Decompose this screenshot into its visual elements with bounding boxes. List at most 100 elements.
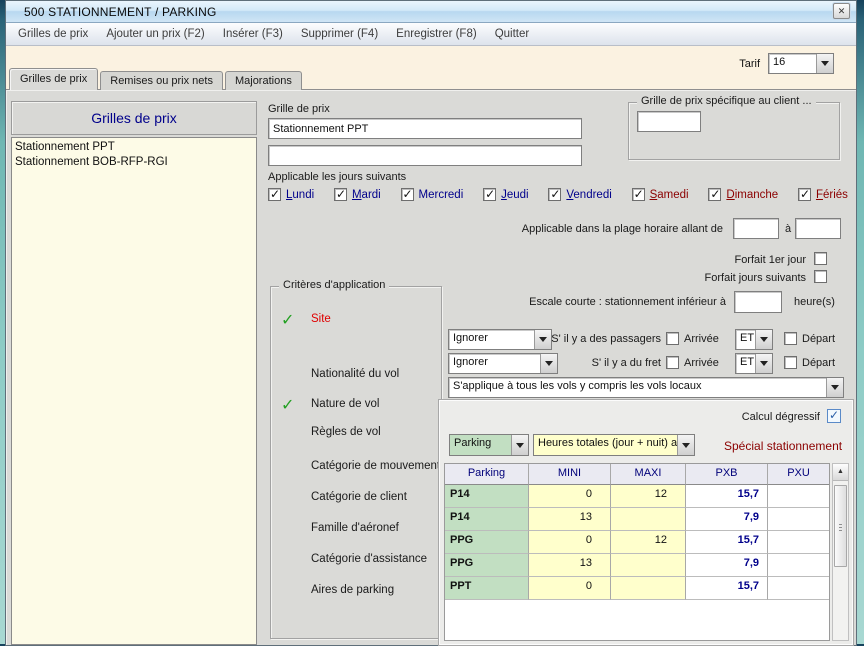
price-table: Parking MINI MAXI PXB PXU P14 0 12 15,7 …: [444, 463, 830, 641]
passagers-depart-label: Départ: [802, 333, 835, 345]
parking-select[interactable]: Parking: [449, 434, 529, 456]
chevron-down-icon[interactable]: [677, 435, 694, 455]
client-specific-group: Grille de prix spécifique au client ...: [628, 102, 840, 160]
chevron-down-icon[interactable]: [755, 330, 772, 349]
menu-supprimer[interactable]: Supprimer (F4): [299, 26, 380, 42]
table-scrollbar[interactable]: ▲: [832, 463, 849, 641]
heures-totales-select[interactable]: Heures totales (jour + nuit) au: [533, 434, 695, 456]
tarif-row: Tarif 16: [739, 53, 834, 74]
chevron-down-icon[interactable]: [511, 435, 528, 455]
vendredi-checkbox[interactable]: [548, 188, 561, 201]
tarif-select[interactable]: 16: [768, 53, 834, 74]
calcul-degressif-checkbox[interactable]: [827, 409, 841, 423]
criteres-application-group: Critères d'application ✓Site ✓Nationalit…: [270, 286, 442, 639]
table-row[interactable]: PPT 0 15,7: [445, 577, 829, 600]
close-icon[interactable]: ✕: [833, 3, 850, 19]
mardi-checkbox[interactable]: [334, 188, 347, 201]
plage-horaire-label: Applicable dans la plage horaire allant …: [461, 223, 723, 235]
day-feries[interactable]: Fériés: [798, 188, 848, 201]
criteria-categorie-de-mouvement[interactable]: ✓Catégorie de mouvement: [271, 460, 441, 478]
tab-grilles-de-prix[interactable]: Grilles de prix: [9, 68, 98, 90]
criteria-famille-aeronef[interactable]: ✓Famille d'aéronef: [271, 522, 441, 540]
criteria-categorie-de-client[interactable]: ✓Catégorie de client: [271, 491, 441, 509]
criteria-nature-de-vol[interactable]: ✓Nature de vol: [271, 398, 441, 416]
lundi-checkbox[interactable]: [268, 188, 281, 201]
day-lundi[interactable]: Lundi: [268, 188, 314, 201]
vols-applicables-select[interactable]: S'applique à tous les vols y compris les…: [448, 377, 844, 398]
samedi-checkbox[interactable]: [632, 188, 645, 201]
day-samedi[interactable]: Samedi: [632, 188, 689, 201]
day-jeudi[interactable]: Jeudi: [483, 188, 529, 201]
day-vendredi[interactable]: Vendredi: [548, 188, 611, 201]
list-item[interactable]: Stationnement PPT: [15, 140, 253, 155]
app-window: 500 STATIONNEMENT / PARKING ✕ Grilles de…: [5, 0, 857, 646]
plage-from-input[interactable]: [733, 218, 779, 239]
col-mini[interactable]: MINI: [529, 464, 611, 485]
menu-ajouter-un-prix[interactable]: Ajouter un prix (F2): [104, 26, 206, 42]
fret-label: S' il y a du fret: [541, 357, 661, 369]
table-row[interactable]: P14 13 7,9: [445, 508, 829, 531]
col-pxu[interactable]: PXU: [768, 464, 829, 485]
menu-quitter[interactable]: Quitter: [493, 26, 532, 42]
passagers-arrivee-checkbox[interactable]: [666, 332, 679, 345]
plage-to-input[interactable]: [795, 218, 841, 239]
forfait-jours-suivants-checkbox[interactable]: [814, 270, 827, 283]
forfait-1er-jour-checkbox[interactable]: [814, 252, 827, 265]
chevron-down-icon[interactable]: [826, 378, 843, 397]
check-icon: ✓: [281, 310, 294, 330]
days-row: Lundi Mardi Mercredi Jeudi Vendredi Same…: [268, 188, 848, 201]
fret-arrivee-checkbox[interactable]: [666, 356, 679, 369]
passagers-op-select[interactable]: ET: [735, 329, 773, 350]
escale-hours-input[interactable]: [734, 291, 782, 313]
day-mercredi[interactable]: Mercredi: [401, 188, 464, 201]
chevron-down-icon[interactable]: [816, 54, 833, 73]
col-parking[interactable]: Parking: [445, 464, 529, 485]
passagers-arrivee-label: Arrivée: [684, 333, 719, 345]
chevron-down-icon[interactable]: [755, 354, 772, 373]
passagers-mode-select[interactable]: Ignorer: [448, 329, 552, 350]
criteres-application-title: Critères d'application: [279, 279, 389, 291]
days-label: Applicable les jours suivants: [268, 171, 406, 183]
table-row[interactable]: PPG 0 12 15,7: [445, 531, 829, 554]
criteria-categorie-assistance[interactable]: ✓Catégorie d'assistance: [271, 553, 441, 571]
jeudi-checkbox[interactable]: [483, 188, 496, 201]
fret-op-select[interactable]: ET: [735, 353, 773, 374]
escale-courte-label: Escale courte : stationnement inférieur …: [456, 296, 726, 308]
list-item[interactable]: Stationnement BOB-RFP-RGI: [15, 155, 253, 170]
window-title: 500 STATIONNEMENT / PARKING: [24, 5, 217, 19]
table-row[interactable]: P14 0 12 15,7: [445, 485, 829, 508]
menu-enregistrer[interactable]: Enregistrer (F8): [394, 26, 479, 42]
grille-de-prix-label: Grille de prix: [268, 103, 330, 115]
mercredi-checkbox[interactable]: [401, 188, 414, 201]
menu-bar: Grilles de prix Ajouter un prix (F2) Ins…: [6, 23, 856, 46]
plage-a-label: à: [785, 223, 791, 235]
grille-name2-input[interactable]: [268, 145, 582, 166]
passagers-label: S' il y a des passagers: [541, 333, 661, 345]
menu-grilles-de-prix[interactable]: Grilles de prix: [16, 26, 90, 42]
tab-remises-ou-prix-nets[interactable]: Remises ou prix nets: [100, 71, 223, 90]
client-specific-label: Grille de prix spécifique au client ...: [637, 95, 816, 107]
criteria-regles-de-vol[interactable]: ✓Règles de vol: [271, 426, 441, 444]
criteria-nationalite-du-vol[interactable]: ✓Nationalité du vol: [271, 368, 441, 386]
table-row[interactable]: PPG 13 7,9: [445, 554, 829, 577]
price-grid-list: Stationnement PPT Stationnement BOB-RFP-…: [11, 137, 257, 645]
feries-checkbox[interactable]: [798, 188, 811, 201]
col-pxb[interactable]: PXB: [686, 464, 768, 485]
scrollbar-thumb[interactable]: [834, 485, 847, 567]
fret-arrivee-label: Arrivée: [684, 357, 719, 369]
special-stationnement-label: Spécial stationnement: [724, 439, 842, 453]
menu-inserer[interactable]: Insérer (F3): [221, 26, 285, 42]
criteria-site[interactable]: ✓Site: [271, 313, 441, 331]
day-mardi[interactable]: Mardi: [334, 188, 381, 201]
day-dimanche[interactable]: Dimanche: [708, 188, 778, 201]
scroll-up-icon[interactable]: ▲: [833, 464, 848, 481]
criteria-aires-de-parking[interactable]: ✓Aires de parking: [271, 584, 441, 602]
client-code-input[interactable]: [637, 111, 701, 132]
passagers-depart-checkbox[interactable]: [784, 332, 797, 345]
tab-majorations[interactable]: Majorations: [225, 71, 302, 90]
col-maxi[interactable]: MAXI: [611, 464, 686, 485]
fret-depart-checkbox[interactable]: [784, 356, 797, 369]
grille-name-input[interactable]: [268, 118, 582, 139]
dimanche-checkbox[interactable]: [708, 188, 721, 201]
tab-bar: Grilles de prix Remises ou prix nets Maj…: [9, 68, 304, 90]
